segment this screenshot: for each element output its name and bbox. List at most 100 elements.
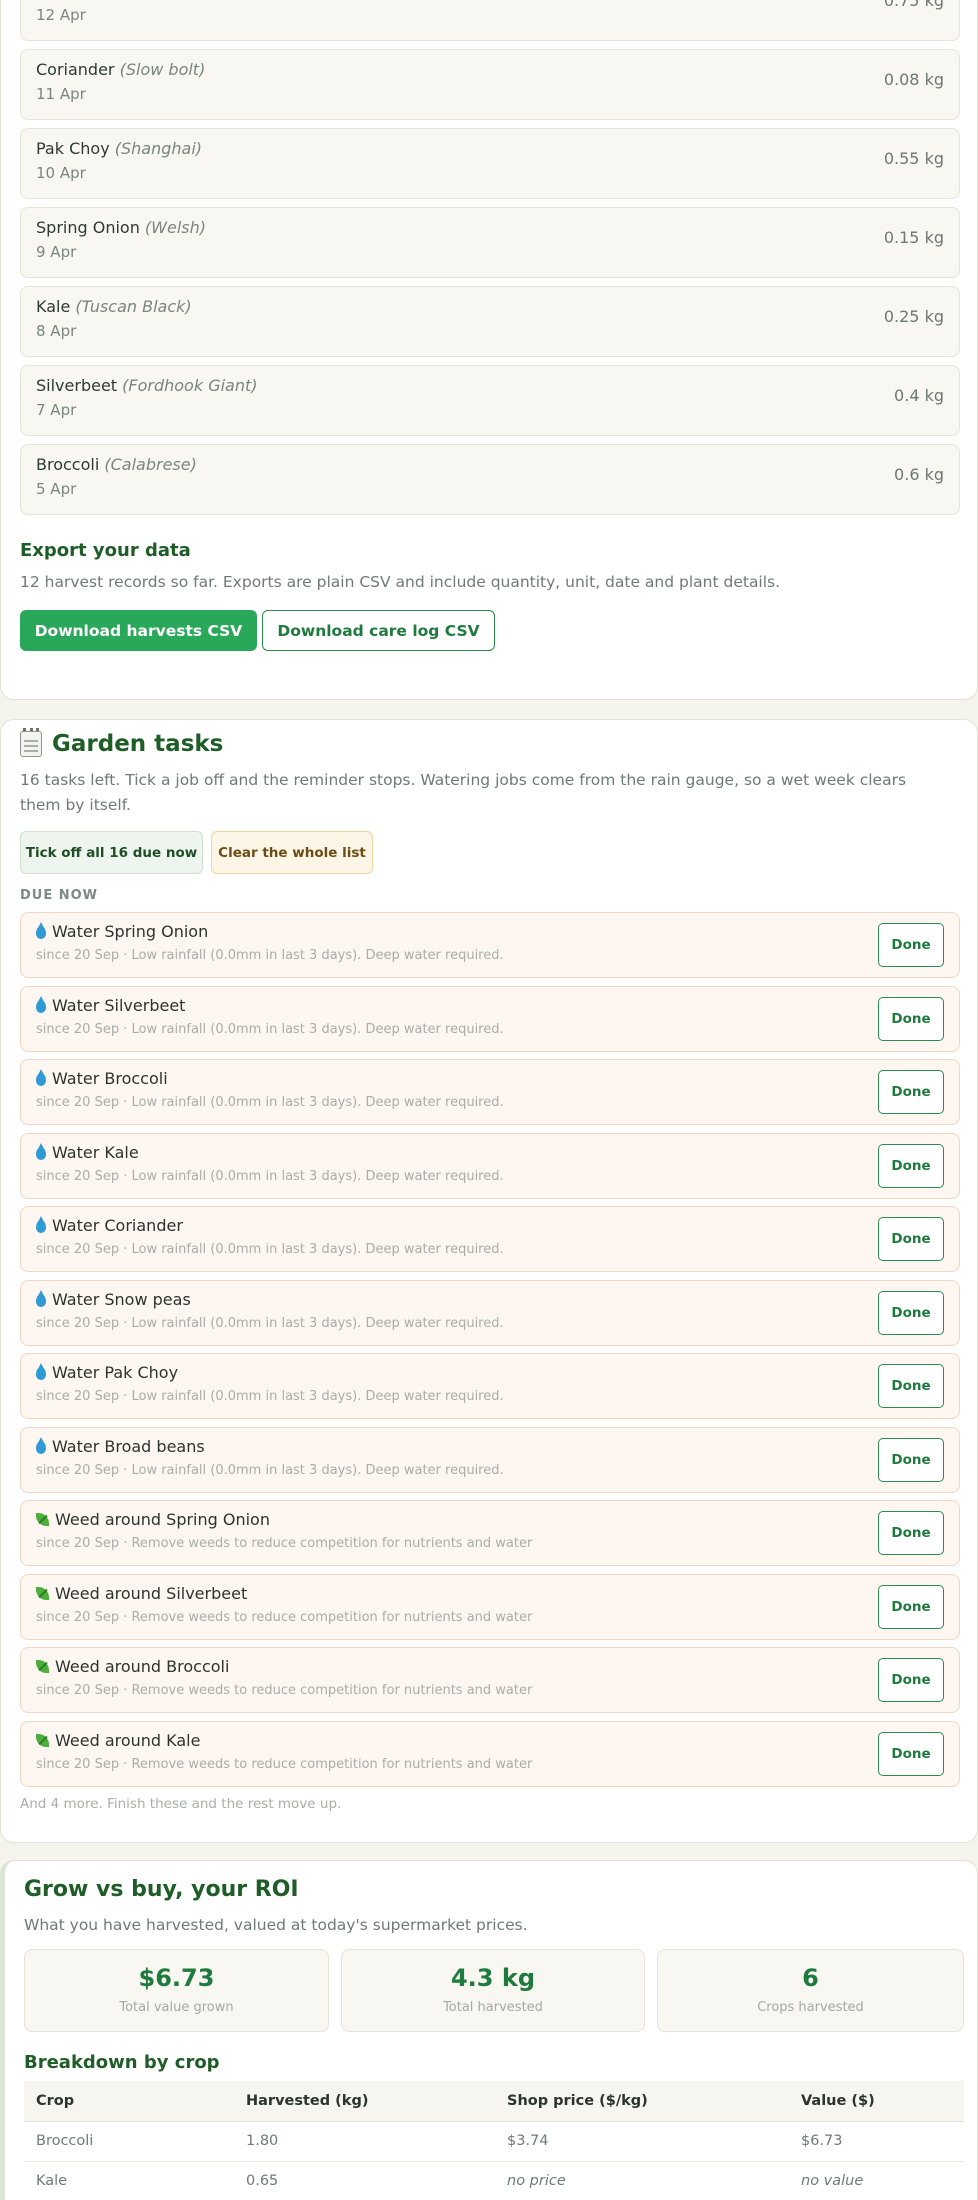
table-cell: no value	[789, 2161, 964, 2200]
water-drop-icon	[36, 1436, 46, 1454]
task-item: Weed around Silverbeet since 20 Sep · Rem…	[20, 1573, 960, 1640]
download-harvests-csv-button[interactable]: Download harvests CSV	[20, 610, 257, 651]
task-meta: since 20 Sep · Remove weeds to reduce co…	[36, 1536, 533, 1551]
stat-total-value: $6.73 Total value grown	[24, 1949, 329, 2032]
stat-label: Total value grown	[119, 2000, 234, 2015]
task-done-button[interactable]: Done	[878, 1731, 944, 1776]
task-title: Water Spring Onion	[36, 922, 208, 941]
task-name: Weed around Spring Onion	[55, 1510, 270, 1529]
water-drop-icon	[36, 1142, 46, 1160]
harvest-crop: Coriander (Slow bolt)	[36, 60, 205, 79]
download-care-log-csv-button[interactable]: Download care log CSV	[262, 610, 495, 651]
table-row: Kale 0.65 no price no value	[24, 2161, 964, 2200]
stat-label: Total harvested	[443, 2000, 543, 2015]
task-done-button[interactable]: Done	[878, 996, 944, 1041]
crop-variety: (Calabrese)	[104, 455, 197, 474]
stat-crops-harvested: 6 Crops harvested	[657, 1949, 964, 2032]
stat-value: 4.3 kg	[450, 1964, 535, 1992]
garden-tasks-title: Garden tasks	[52, 731, 224, 757]
task-done-button[interactable]: Done	[878, 1143, 944, 1188]
roi-title: Grow vs buy, your ROI	[24, 1877, 299, 1902]
table-cell: $6.73	[789, 2121, 964, 2162]
task-done-button[interactable]: Done	[878, 1290, 944, 1335]
tick-off-all-button[interactable]: Tick off all 16 due now	[20, 831, 203, 874]
harvest-date: 8 Apr	[36, 322, 77, 340]
breakdown-title: Breakdown by crop	[24, 2052, 220, 2073]
crop-variety: (Slow bolt)	[119, 60, 206, 79]
harvest-record: Silverbeet (Fordhook Giant) 7 Apr 0.4 kg	[20, 365, 960, 436]
task-done-button[interactable]: Done	[878, 1437, 944, 1482]
harvest-record: Spring Onion (Welsh) 9 Apr 0.15 kg	[20, 207, 960, 278]
task-title: Weed around Silverbeet	[36, 1584, 247, 1603]
task-item: Water Pak Choy since 20 Sep · Low rainfal…	[20, 1353, 960, 1419]
task-name: Water Spring Onion	[52, 922, 209, 941]
water-drop-icon	[36, 1289, 46, 1307]
crop-name: Spring Onion	[36, 218, 140, 237]
task-meta: since 20 Sep · Low rainfall (0.0mm in la…	[36, 1168, 504, 1184]
task-name: Water Snow peas	[52, 1289, 191, 1309]
harvest-record: Broccoli (Calabrese) 5 Apr 0.6 kg	[20, 444, 960, 515]
harvest-record: Coriander (Slow bolt) 11 Apr 0.08 kg	[20, 49, 960, 120]
harvest-quantity: 0.4 kg	[894, 386, 944, 405]
task-done-button[interactable]: Done	[878, 1364, 944, 1408]
table-header-row: Crop Harvested (kg) Shop price ($/kg) Va…	[24, 2081, 964, 2122]
task-done-button[interactable]: Done	[878, 1511, 944, 1555]
task-item: Water Spring Onion since 20 Sep · Low rai…	[20, 912, 960, 978]
roi-description: What you have harvested, valued at today…	[24, 1916, 528, 1934]
crop-variety: (Welsh)	[144, 218, 206, 237]
crop-name: Kale	[36, 297, 71, 316]
stat-value: 6	[802, 1964, 819, 1992]
task-item: Water Broccoli since 20 Sep · Low rainfal…	[20, 1059, 960, 1125]
harvest-record: Pak Choy (Shanghai) 10 Apr 0.55 kg	[20, 128, 960, 199]
harvest-log-panel: Broccoli (Calabrese) 12 Apr 0.75 kg Coriand…	[0, 0, 978, 700]
task-name: Water Pak Choy	[52, 1363, 179, 1382]
task-title: Water Broccoli	[36, 1069, 168, 1088]
task-meta: since 20 Sep · Low rainfall (0.0mm in la…	[36, 1095, 504, 1110]
crop-name: Silverbeet	[36, 376, 118, 395]
table-cell: Broccoli	[24, 2121, 234, 2162]
export-description: 12 harvest records so far. Exports are p…	[20, 573, 781, 591]
harvest-quantity: 0.25 kg	[883, 307, 944, 326]
task-done-button[interactable]: Done	[878, 1070, 944, 1114]
harvest-crop: Silverbeet (Fordhook Giant)	[36, 376, 258, 395]
harvest-record: Broccoli (Calabrese)12 Apr0.75 kg	[20, 0, 960, 41]
column-header: Crop	[24, 2081, 234, 2122]
harvest-quantity: 0.6 kg	[894, 465, 944, 484]
harvest-record: Kale (Tuscan Black) 8 Apr 0.25 kg	[20, 286, 960, 357]
roi-panel: Grow vs buy, your ROI What you have harv…	[0, 1860, 978, 2200]
task-name: Water Silverbeet	[52, 995, 186, 1015]
task-title: Water Coriander	[36, 1216, 183, 1235]
harvest-quantity: 0.08 kg	[883, 70, 944, 89]
harvest-quantity: 0.55 kg	[883, 149, 944, 168]
more-tasks-note: And 4 more. Finish these and the rest mo…	[20, 1796, 342, 1812]
water-drop-icon	[36, 1216, 46, 1233]
task-name: Weed around Broccoli	[55, 1657, 230, 1676]
crop-breakdown-table: Crop Harvested (kg) Shop price ($/kg) Va…	[24, 2081, 964, 2200]
stat-value: $6.73	[138, 1964, 215, 1992]
leaf-icon	[36, 1586, 49, 1600]
crop-variety: (Fordhook Giant)	[122, 376, 258, 395]
task-title: Water Snow peas	[36, 1289, 191, 1309]
task-title: Water Pak Choy	[36, 1363, 178, 1382]
water-drop-icon	[36, 922, 46, 939]
task-meta: since 20 Sep · Remove weeds to reduce co…	[36, 1756, 533, 1772]
leaf-icon	[36, 1513, 49, 1526]
harvest-date: 9 Apr	[36, 243, 77, 261]
garden-tasks-description: 16 tasks left. Tick a job off and the re…	[20, 771, 907, 814]
task-done-button[interactable]: Done	[878, 1658, 944, 1702]
task-item: Water Snow peas since 20 Sep · Low rainfa…	[20, 1279, 960, 1346]
task-title: Water Silverbeet	[36, 995, 186, 1015]
task-name: Water Broad beans	[52, 1436, 205, 1456]
harvest-quantity: 0.75 kg	[883, 0, 944, 10]
garden-tasks-panel: Garden tasks 16 tasks left. Tick a job o…	[0, 719, 978, 1843]
task-done-button[interactable]: Done	[878, 1584, 944, 1629]
task-title: Water Broad beans	[36, 1436, 205, 1456]
clear-list-button[interactable]: Clear the whole list	[211, 831, 373, 874]
task-done-button[interactable]: Done	[878, 1217, 944, 1261]
task-done-button[interactable]: Done	[878, 923, 944, 967]
harvest-date: 7 Apr	[36, 401, 77, 419]
task-name: Water Coriander	[52, 1216, 183, 1235]
export-title: Export your data	[20, 540, 191, 561]
table-row: Broccoli 1.80 $3.74 $6.73	[24, 2121, 964, 2162]
table-cell: 0.65	[234, 2161, 495, 2200]
